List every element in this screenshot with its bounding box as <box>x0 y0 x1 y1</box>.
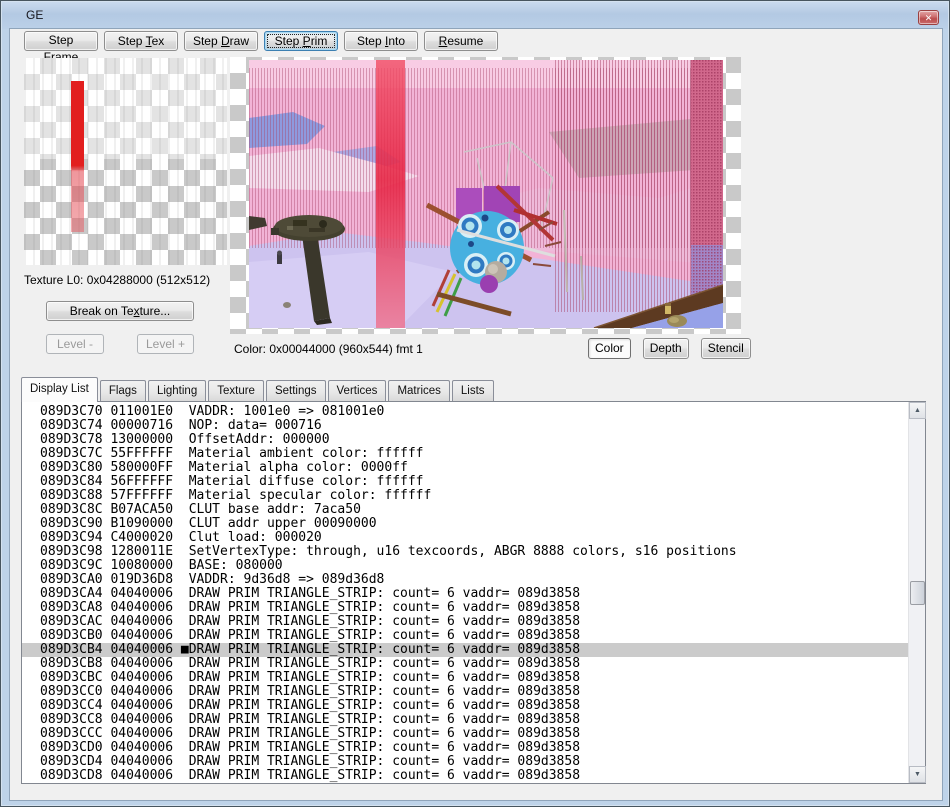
tab-flags[interactable]: Flags <box>99 380 146 401</box>
list-row[interactable]: 089D3C74 00000716 NOP: data= 000716 <box>22 419 908 433</box>
list-row[interactable]: 089D3CA8 04040006 DRAW PRIM TRIANGLE_STR… <box>22 601 908 615</box>
resume-button[interactable]: Resume <box>424 31 498 51</box>
list-row[interactable]: 089D3C8C B07ACA50 CLUT base addr: 7aca50 <box>22 503 908 517</box>
list-row[interactable]: 089D3CAC 04040006 DRAW PRIM TRIANGLE_STR… <box>22 615 908 629</box>
depth-buffer-button[interactable]: Depth <box>642 338 689 359</box>
list-row[interactable]: 089D3CB4 04040006 ■DRAW PRIM TRIANGLE_ST… <box>22 643 908 657</box>
list-row[interactable]: 089D3CA4 04040006 DRAW PRIM TRIANGLE_STR… <box>22 587 908 601</box>
list-row[interactable]: 089D3CC4 04040006 DRAW PRIM TRIANGLE_STR… <box>22 699 908 713</box>
tab-display-list[interactable]: Display List <box>21 377 98 402</box>
step-tex-button[interactable]: Step Tex <box>104 31 178 51</box>
close-button[interactable]: ✕ <box>918 10 939 25</box>
level-minus-button[interactable]: Level - <box>46 334 104 354</box>
framebuffer-mode-buttons: Color Depth Stencil <box>588 338 751 359</box>
display-list[interactable]: 089D3C70 011001E0 VADDR: 1001e0 => 08100… <box>21 401 926 784</box>
title-bar[interactable]: GE ✕ <box>2 2 948 29</box>
list-row[interactable]: 089D3C98 1280011E SetVertexType: through… <box>22 545 908 559</box>
texture-red-bar <box>71 81 84 232</box>
tab-settings[interactable]: Settings <box>265 380 326 401</box>
step-prim-button[interactable]: Step Prim <box>264 31 338 51</box>
color-buffer-button[interactable]: Color <box>588 338 631 359</box>
texture-noise-overlay <box>24 58 227 265</box>
list-row[interactable]: 089D3C7C 55FFFFFF Material ambient color… <box>22 447 908 461</box>
window-title: GE <box>26 8 44 22</box>
list-row[interactable]: 089D3CC8 04040006 DRAW PRIM TRIANGLE_STR… <box>22 713 908 727</box>
tab-lists[interactable]: Lists <box>451 380 494 401</box>
list-row[interactable]: 089D3C78 13000000 OffsetAddr: 000000 <box>22 433 908 447</box>
tab-lighting[interactable]: Lighting <box>147 380 207 401</box>
scroll-thumb[interactable] <box>910 581 925 605</box>
step-frame-button[interactable]: Step Frame <box>24 31 98 64</box>
break-on-texture-button[interactable]: Break on Texture... <box>46 301 194 321</box>
vertical-scrollbar[interactable]: ▲ ▼ <box>908 402 926 783</box>
level-plus-button[interactable]: Level + <box>137 334 194 354</box>
step-draw-button[interactable]: Step Draw <box>184 31 258 51</box>
list-row[interactable]: 089D3CD4 04040006 DRAW PRIM TRIANGLE_STR… <box>22 755 908 769</box>
list-row[interactable]: 089D3CBC 04040006 DRAW PRIM TRIANGLE_STR… <box>22 671 908 685</box>
list-row[interactable]: 089D3CD8 04040006 DRAW PRIM TRIANGLE_STR… <box>22 769 908 783</box>
list-row[interactable]: 089D3CD0 04040006 DRAW PRIM TRIANGLE_STR… <box>22 741 908 755</box>
tab-matrices[interactable]: Matrices <box>388 380 450 401</box>
framebuffer-info-label: Color: 0x00044000 (960x544) fmt 1 <box>234 342 423 356</box>
red-bar <box>376 60 405 328</box>
list-row[interactable]: 089D3C80 580000FF Material alpha color: … <box>22 461 908 475</box>
tab-vertices[interactable]: Vertices <box>327 380 387 401</box>
stencil-buffer-button[interactable]: Stencil <box>700 338 751 359</box>
list-row[interactable]: 089D3CB0 04040006 DRAW PRIM TRIANGLE_STR… <box>22 629 908 643</box>
scroll-up-icon: ▲ <box>914 407 921 414</box>
framebuffer-image <box>249 60 723 328</box>
list-row[interactable]: 089D3C9C 10080000 BASE: 080000 <box>22 559 908 573</box>
list-row[interactable]: 089D3CA0 019D36D8 VADDR: 9d36d8 => 089d3… <box>22 573 908 587</box>
texture-preview[interactable] <box>24 58 227 265</box>
list-row[interactable]: 089D3C84 56FFFFFF Material diffuse color… <box>22 475 908 489</box>
list-row[interactable]: 089D3C88 57FFFFFF Material specular colo… <box>22 489 908 503</box>
close-icon: ✕ <box>924 12 933 23</box>
framebuffer-preview[interactable] <box>230 57 741 334</box>
scroll-up-button[interactable]: ▲ <box>909 402 926 419</box>
tab-texture[interactable]: Texture <box>208 380 264 401</box>
tab-strip: Display List Flags Lighting Texture Settings… <box>21 377 496 402</box>
list-row[interactable]: 089D3C70 011001E0 VADDR: 1001e0 => 08100… <box>22 405 908 419</box>
display-list-rows: 089D3C70 011001E0 VADDR: 1001e0 => 08100… <box>22 402 908 783</box>
list-row[interactable]: 089D3CCC 04040006 DRAW PRIM TRIANGLE_STR… <box>22 727 908 741</box>
scroll-down-button[interactable]: ▼ <box>909 766 926 783</box>
screen: GE ✕ Step Frame Step Tex Step Draw Step Pri… <box>0 0 950 807</box>
step-into-button[interactable]: Step Into <box>344 31 418 51</box>
list-row[interactable]: 089D3CB8 04040006 DRAW PRIM TRIANGLE_STR… <box>22 657 908 671</box>
ge-debugger-window: GE ✕ Step Frame Step Tex Step Draw Step Pri… <box>0 0 950 807</box>
scroll-down-icon: ▼ <box>914 771 921 778</box>
list-row[interactable]: 089D3CC0 04040006 DRAW PRIM TRIANGLE_STR… <box>22 685 908 699</box>
list-row[interactable]: 089D3C94 C4000020 Clut load: 000020 <box>22 531 908 545</box>
list-row[interactable]: 089D3C90 B1090000 CLUT addr upper 000900… <box>22 517 908 531</box>
texture-info-label: Texture L0: 0x04288000 (512x512) <box>24 273 211 287</box>
